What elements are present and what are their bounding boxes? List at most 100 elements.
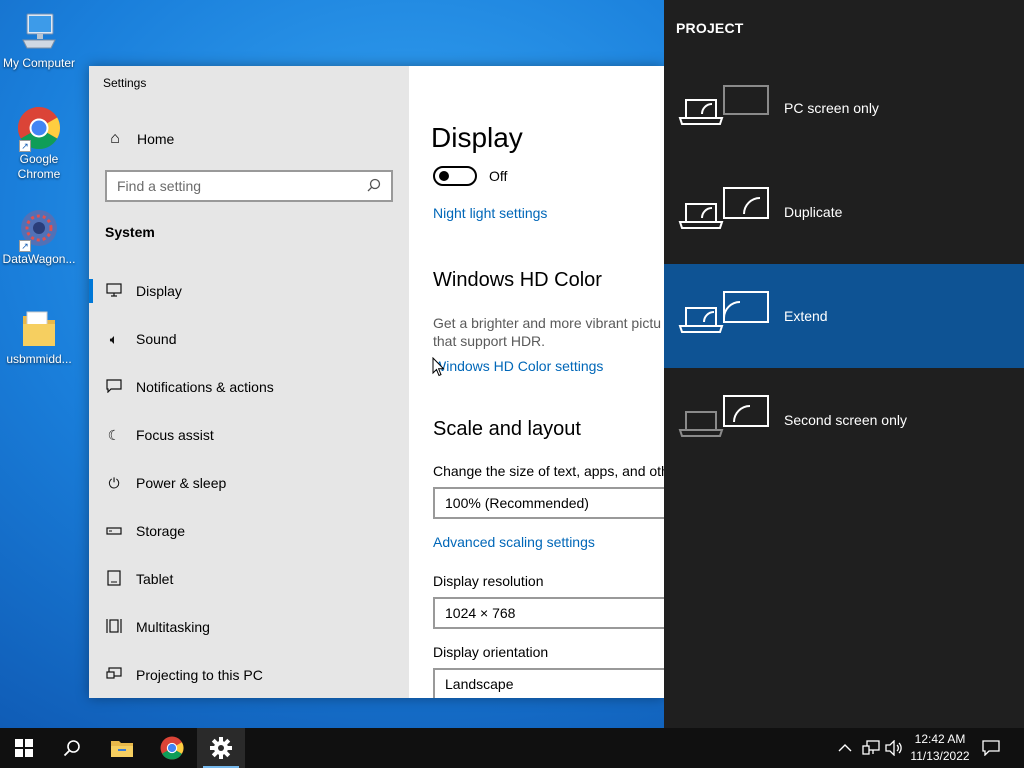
nav-item-notifications[interactable]: Notifications & actions — [89, 363, 409, 411]
page-title: Display — [431, 122, 523, 153]
moon-icon: ☾ — [107, 426, 121, 443]
resolution-dropdown[interactable]: 1024 × 768 — [433, 597, 664, 629]
folder-icon — [17, 306, 61, 350]
settings-nav: Display 🔈︎ Sound Notifications & actions… — [89, 267, 409, 698]
project-header: PROJECT — [676, 20, 744, 36]
nav-item-label: Display — [136, 283, 182, 299]
nav-item-label: Projecting to this PC — [136, 667, 263, 683]
nav-item-power-sleep[interactable]: ⏻ Power & sleep — [89, 459, 409, 507]
window-title: Settings — [103, 76, 147, 90]
nav-item-tablet[interactable]: Tablet — [89, 555, 409, 603]
monitor-icon — [104, 282, 124, 300]
pc-screen-only-icon — [678, 85, 769, 125]
network-icon — [862, 740, 880, 755]
volume-icon-button[interactable] — [885, 728, 903, 768]
speaker-icon: 🔈︎ — [109, 330, 119, 347]
storage-icon — [104, 523, 124, 539]
project-option-duplicate[interactable]: Duplicate — [664, 160, 1024, 264]
tablet-icon — [104, 569, 124, 589]
chrome-icon: ↗ — [17, 106, 61, 152]
duplicate-icon — [678, 187, 769, 229]
orientation-label: Display orientation — [433, 644, 549, 660]
nav-item-label: Storage — [136, 523, 186, 539]
windows-logo-icon — [15, 739, 33, 757]
home-label: Home — [137, 131, 175, 147]
search-placeholder: Find a setting — [117, 178, 202, 194]
nav-item-focus-assist[interactable]: ☾ Focus assist — [89, 411, 409, 459]
nav-item-multitasking[interactable]: Multitasking — [89, 603, 409, 651]
hd-color-heading: Windows HD Color — [433, 269, 602, 291]
desktop-icon-label: DataWagon... — [2, 252, 76, 266]
projecting-icon — [104, 666, 124, 684]
notification-icon — [104, 378, 124, 396]
notification-icon — [982, 740, 1000, 756]
home-nav-item[interactable]: ⌂ Home — [105, 130, 174, 148]
chrome-icon — [160, 736, 184, 760]
desktop-icon-usbmmidd[interactable]: usbmmidd... — [0, 306, 78, 367]
action-center-button[interactable] — [982, 728, 1000, 768]
file-explorer-button[interactable] — [98, 728, 146, 768]
hd-color-settings-link[interactable]: Windows HD Color settings — [433, 358, 603, 374]
home-icon: ⌂ — [110, 130, 120, 147]
scale-layout-heading: Scale and layout — [433, 418, 581, 440]
second-screen-only-icon — [678, 395, 769, 437]
settings-sidebar: Settings ⌂ Home Find a setting System Di… — [89, 66, 409, 698]
search-icon — [367, 178, 381, 195]
nav-item-label: Multitasking — [136, 619, 210, 635]
scale-label: Change the size of text, apps, and oth — [433, 463, 664, 479]
clock-date: 11/13/2022 — [910, 749, 970, 763]
chrome-taskbar-button[interactable] — [148, 728, 196, 768]
datawagon-icon: ↗ — [17, 206, 61, 252]
settings-taskbar-button[interactable] — [197, 728, 245, 768]
project-option-extend[interactable]: Extend — [664, 264, 1024, 368]
hd-color-desc-line: Get a brighter and more vibrant pictu — [433, 315, 662, 331]
project-option-second-screen-only[interactable]: Second screen only — [664, 368, 1024, 472]
project-panel: PROJECT PC screen only Duplicate Extend — [664, 0, 1024, 728]
search-taskbar-button[interactable] — [48, 728, 96, 768]
taskbar-clock[interactable]: 12:42 AM 11/13/2022 — [904, 731, 976, 765]
desktop-icon-my-computer[interactable]: My Computer — [0, 10, 78, 71]
settings-content: Display Off Night light settings Windows… — [409, 66, 664, 698]
hd-color-description: Get a brighter and more vibrant pictu th… — [433, 314, 661, 350]
desktop-icon-label: My Computer — [2, 56, 76, 70]
extend-icon — [678, 291, 769, 333]
gear-icon — [210, 737, 232, 759]
nav-item-display[interactable]: Display — [89, 267, 409, 315]
option-label: Second screen only — [784, 412, 907, 428]
nav-item-projecting[interactable]: Projecting to this PC — [89, 651, 409, 698]
night-light-toggle[interactable]: Off — [433, 166, 507, 186]
taskbar: 12:42 AM 11/13/2022 — [0, 728, 1024, 768]
nav-item-storage[interactable]: Storage — [89, 507, 409, 555]
option-label: Duplicate — [784, 204, 843, 220]
orientation-dropdown[interactable]: Landscape — [433, 668, 664, 698]
desktop-icon-label: usbmmidd... — [6, 352, 72, 366]
desktop-icon-google-chrome[interactable]: ↗ Google Chrome — [0, 106, 78, 182]
toggle-switch[interactable] — [433, 166, 477, 186]
nav-item-label: Notifications & actions — [136, 379, 274, 395]
desktop-icon-label: Google Chrome — [17, 152, 61, 181]
section-heading: System — [105, 224, 155, 240]
power-icon: ⏻ — [108, 474, 120, 491]
hd-color-desc-line: that support HDR. — [433, 333, 546, 349]
nav-item-sound[interactable]: 🔈︎ Sound — [89, 315, 409, 363]
nav-item-label: Sound — [136, 331, 177, 347]
nav-item-label: Power & sleep — [136, 475, 227, 491]
multitasking-icon — [104, 618, 124, 637]
start-button[interactable] — [0, 728, 48, 768]
night-light-settings-link[interactable]: Night light settings — [433, 205, 547, 221]
desktop-icon-datawagon[interactable]: ↗ DataWagon... — [0, 206, 78, 267]
network-icon-button[interactable] — [862, 728, 880, 768]
folder-icon — [111, 741, 133, 757]
nav-item-label: Focus assist — [136, 427, 214, 443]
volume-icon — [885, 740, 902, 756]
toggle-state-label: Off — [489, 168, 508, 184]
advanced-scaling-link[interactable]: Advanced scaling settings — [433, 534, 595, 550]
search-input[interactable]: Find a setting — [105, 170, 393, 202]
mouse-cursor-icon — [432, 356, 446, 377]
scale-dropdown[interactable]: 100% (Recommended) — [433, 487, 664, 519]
resolution-label: Display resolution — [433, 573, 544, 589]
computer-icon — [17, 10, 61, 54]
show-hidden-icons-button[interactable] — [838, 728, 852, 768]
option-label: Extend — [784, 308, 828, 324]
project-option-pc-screen-only[interactable]: PC screen only — [664, 56, 1024, 160]
